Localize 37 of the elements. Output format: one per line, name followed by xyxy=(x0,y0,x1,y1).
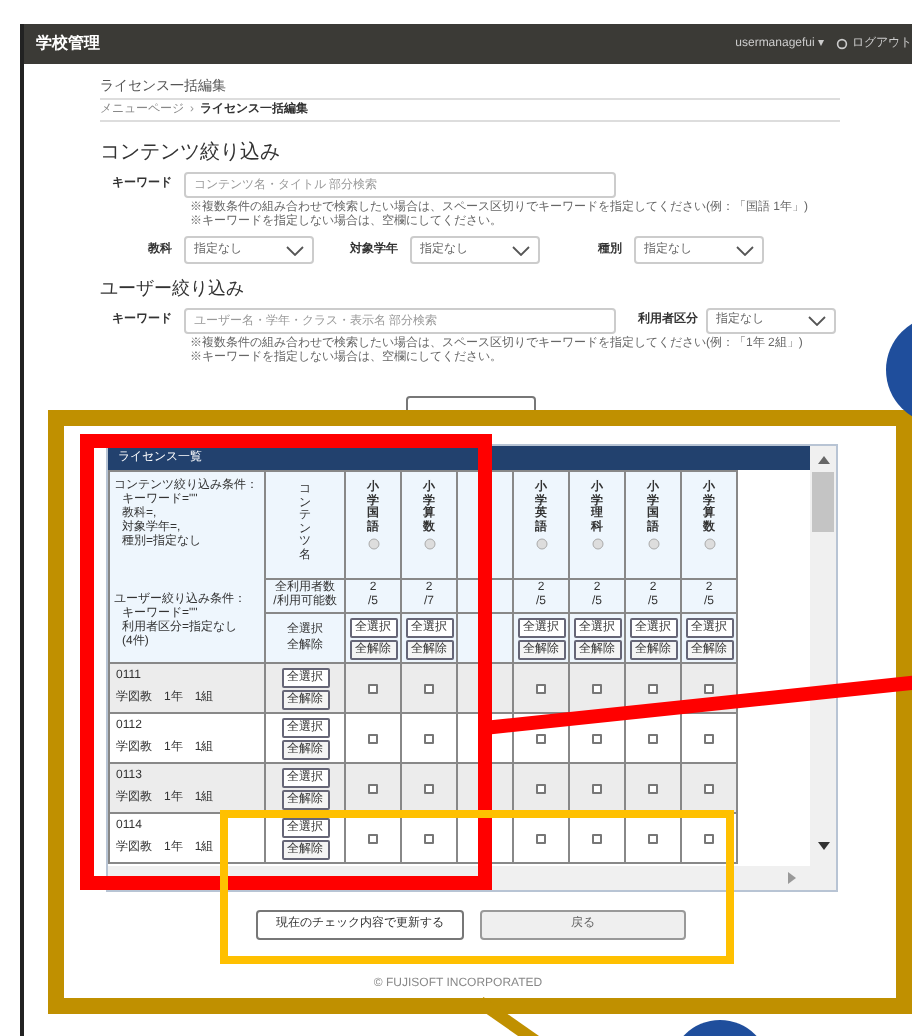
checkbox[interactable] xyxy=(704,733,714,743)
checkbox[interactable] xyxy=(368,833,378,843)
section-heading: ユーザー絞り込み xyxy=(100,276,244,303)
checkbox[interactable] xyxy=(368,783,378,793)
chevron-icon xyxy=(512,245,530,255)
chevron-icon xyxy=(736,245,754,255)
app-title: 学校管理 xyxy=(36,32,100,56)
checkbox[interactable] xyxy=(648,833,658,843)
checkbox[interactable] xyxy=(368,683,378,693)
scroll-right-icon[interactable] xyxy=(788,872,796,884)
checkbox[interactable] xyxy=(704,683,714,693)
checkbox[interactable] xyxy=(704,783,714,793)
checkbox[interactable] xyxy=(536,833,546,843)
checkbox[interactable] xyxy=(648,733,658,743)
chevron-icon xyxy=(808,316,826,326)
checkbox[interactable] xyxy=(592,683,602,693)
checkbox[interactable] xyxy=(536,783,546,793)
scroll-up-icon[interactable] xyxy=(817,456,829,464)
checkbox[interactable] xyxy=(424,783,434,793)
chevron-icon xyxy=(286,245,304,255)
scroll-down-icon[interactable] xyxy=(817,842,829,850)
checkbox[interactable] xyxy=(704,833,714,843)
scroll-thumb[interactable] xyxy=(812,472,834,532)
checkbox[interactable] xyxy=(536,683,546,693)
checkbox[interactable] xyxy=(424,683,434,693)
checkbox[interactable] xyxy=(536,733,546,743)
section-heading: コンテンツ絞り込み xyxy=(100,139,280,167)
checkbox[interactable] xyxy=(424,833,434,843)
logout-icon xyxy=(836,38,848,50)
checkbox[interactable] xyxy=(368,733,378,743)
checkbox[interactable] xyxy=(592,833,602,843)
checkbox[interactable] xyxy=(648,783,658,793)
vertical-scrollbar[interactable] xyxy=(810,446,836,866)
checkbox[interactable] xyxy=(648,683,658,693)
checkbox[interactable] xyxy=(424,733,434,743)
checkbox[interactable] xyxy=(592,783,602,793)
checkbox[interactable] xyxy=(592,733,602,743)
